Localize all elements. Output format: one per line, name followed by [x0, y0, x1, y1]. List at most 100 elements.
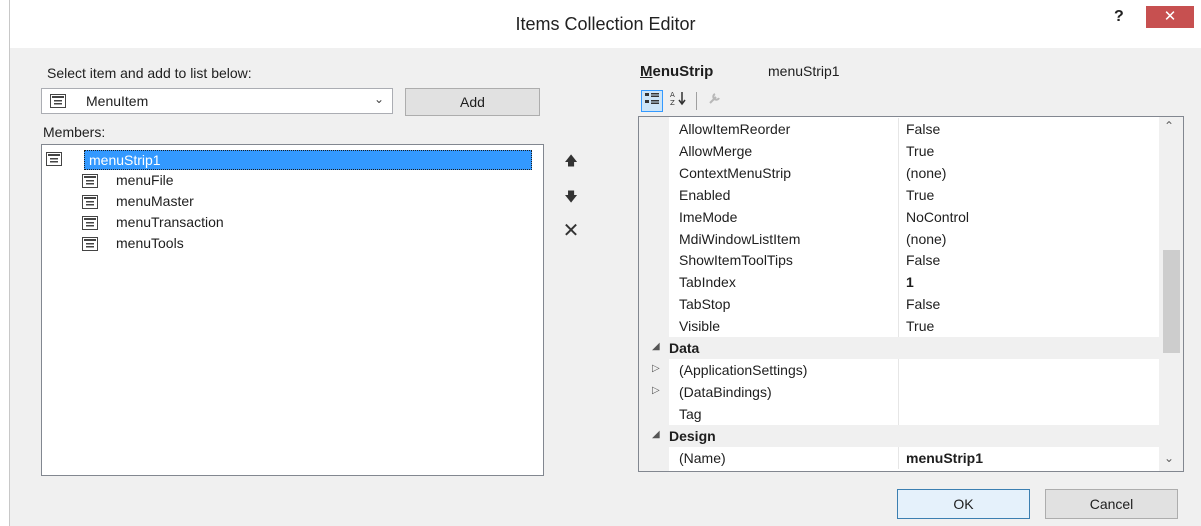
property-category[interactable]: ◢ Data	[639, 337, 1159, 359]
member-label: menuMaster	[116, 193, 194, 209]
combo-value: MenuItem	[86, 93, 149, 109]
property-name: AllowMerge	[679, 142, 753, 159]
property-value[interactable]: True	[906, 143, 934, 159]
property-value[interactable]: (none)	[906, 231, 946, 247]
property-row[interactable]: Enabled True	[639, 183, 1159, 206]
member-item[interactable]: menuFile	[82, 171, 537, 191]
property-row[interactable]: AllowMerge True	[639, 139, 1159, 162]
property-row[interactable]: ImeMode NoControl	[639, 205, 1159, 228]
expand-icon[interactable]: ▷	[652, 363, 660, 374]
property-grid-scrollbar[interactable]: ⌃ ⌄	[1159, 117, 1183, 471]
column-divider	[898, 118, 899, 140]
ok-button[interactable]: OK	[897, 489, 1030, 519]
property-name: (DataBindings)	[679, 383, 772, 400]
property-name: Tag	[679, 405, 702, 422]
chevron-down-icon[interactable]: ⌄	[374, 92, 384, 106]
member-item[interactable]: menuMaster	[82, 192, 537, 212]
property-value[interactable]: (none)	[906, 165, 946, 181]
menu-item-icon	[82, 216, 98, 233]
property-name: TabIndex	[679, 274, 736, 291]
property-row[interactable]: (Name) menuStrip1	[639, 446, 1159, 469]
item-type-combo[interactable]: MenuItem ⌄	[41, 88, 393, 114]
help-button[interactable]: ?	[1114, 8, 1124, 26]
title-bar: Items Collection Editor ? ✕	[10, 0, 1201, 48]
property-row[interactable]: ContextMenuStrip (none)	[639, 161, 1159, 184]
property-name: Enabled	[679, 186, 731, 203]
menu-item-icon	[82, 237, 98, 254]
member-label: menuTools	[116, 235, 184, 251]
property-value[interactable]: NoControl	[906, 209, 969, 225]
property-value[interactable]: 1	[906, 274, 914, 290]
toolbar-separator	[696, 92, 697, 110]
member-item[interactable]: menuTransaction	[82, 213, 537, 233]
column-divider	[898, 227, 899, 250]
chevron-up-icon[interactable]: ⌃	[1164, 119, 1174, 133]
property-value[interactable]: False	[906, 296, 940, 312]
property-name: TabStop	[679, 296, 731, 313]
column-divider	[898, 205, 899, 228]
column-divider	[898, 358, 899, 381]
chevron-down-icon[interactable]: ⌄	[1164, 451, 1174, 465]
property-name: Design	[669, 427, 716, 444]
move-down-button[interactable]: 🡇	[557, 185, 585, 209]
property-row[interactable]: Visible True	[639, 315, 1159, 338]
property-name: Visible	[679, 318, 720, 335]
property-name: ShowItemToolTips	[679, 252, 793, 269]
column-divider	[898, 271, 899, 294]
property-category[interactable]: ◢ Design	[639, 424, 1159, 447]
property-value[interactable]: True	[906, 187, 934, 203]
property-value[interactable]: False	[906, 252, 940, 268]
property-row[interactable]: ShowItemToolTips False	[639, 249, 1159, 272]
property-grid-toolbar: AZ	[640, 88, 1190, 114]
move-up-button[interactable]: 🡅	[557, 149, 585, 173]
property-value[interactable]: False	[906, 121, 940, 137]
column-divider	[898, 249, 899, 272]
cancel-button[interactable]: Cancel	[1045, 489, 1178, 519]
close-button[interactable]: ✕	[1146, 6, 1194, 28]
member-item[interactable]: menuTools	[82, 234, 537, 254]
members-label: Members:	[43, 124, 106, 140]
property-grid[interactable]: AllowItemReorder False AllowMerge True Conte…	[638, 116, 1184, 472]
property-row[interactable]: ▷ (ApplicationSettings)	[639, 358, 1159, 381]
delete-icon: ✕	[562, 220, 580, 242]
remove-button[interactable]: ✕	[557, 219, 585, 243]
select-item-label: Select item and add to list below:	[47, 65, 252, 81]
categorized-icon[interactable]	[641, 90, 663, 112]
property-row[interactable]: TabStop False	[639, 293, 1159, 316]
expand-icon[interactable]: ▷	[652, 385, 660, 396]
window-edge	[0, 0, 10, 526]
menu-item-icon	[50, 94, 66, 111]
arrow-up-icon: 🡅	[564, 153, 578, 168]
property-name: (ApplicationSettings)	[679, 361, 808, 378]
member-label: menuStrip1	[89, 152, 161, 168]
property-name: Data	[669, 340, 700, 356]
column-divider	[898, 315, 899, 338]
member-item[interactable]: menuStrip1	[46, 149, 537, 170]
column-divider	[898, 183, 899, 206]
column-divider	[898, 293, 899, 316]
property-name: ImeMode	[679, 208, 738, 225]
add-button[interactable]: Add	[405, 88, 540, 116]
alphabetical-icon[interactable]: AZ	[668, 90, 690, 112]
svg-text:A: A	[670, 91, 675, 99]
selection-highlight: menuStrip1	[84, 150, 532, 170]
scrollbar-thumb[interactable]	[1163, 250, 1180, 353]
property-name: ContextMenuStrip	[679, 164, 792, 181]
property-row[interactable]: AllowItemReorder False	[639, 118, 1159, 140]
property-row[interactable]: ▷ (DataBindings)	[639, 380, 1159, 403]
property-row[interactable]: Tag	[639, 402, 1159, 425]
selected-type: MenuStrip	[640, 63, 714, 80]
property-pages-icon	[704, 90, 726, 112]
svg-text:Z: Z	[670, 99, 675, 106]
property-value[interactable]: menuStrip1	[906, 450, 983, 466]
collapse-icon[interactable]: ◢	[652, 429, 660, 440]
property-row[interactable]: MdiWindowListItem (none)	[639, 227, 1159, 250]
member-label: menuTransaction	[116, 214, 224, 230]
column-divider	[898, 402, 899, 425]
items-collection-editor-window: Items Collection Editor ? ✕ Select item …	[0, 0, 1201, 526]
members-tree[interactable]: menuStrip1 menuFile menuMaster menuTransact…	[41, 144, 544, 476]
property-value[interactable]: True	[906, 318, 934, 334]
property-row[interactable]: TabIndex 1	[639, 271, 1159, 294]
collapse-icon[interactable]: ◢	[652, 341, 660, 352]
window-title: Items Collection Editor	[515, 14, 696, 34]
